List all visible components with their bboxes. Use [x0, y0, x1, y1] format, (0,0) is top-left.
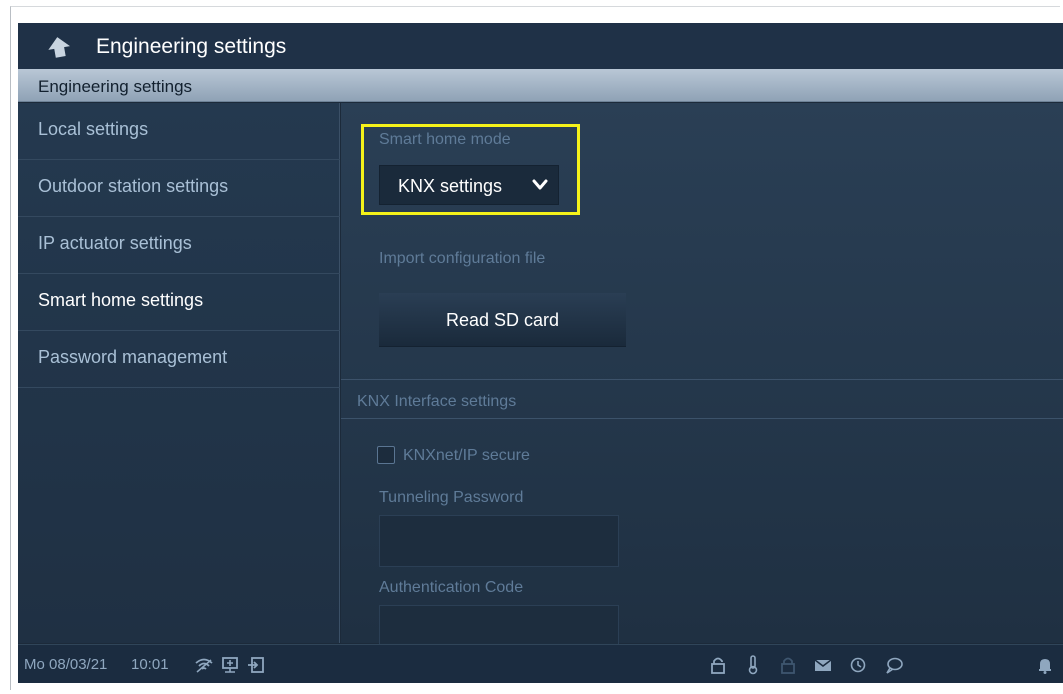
- sidebar-item-password-management[interactable]: Password management: [18, 331, 340, 388]
- smart-home-mode-label: Smart home mode: [379, 131, 511, 148]
- sidebar-item-smart-home-settings[interactable]: Smart home settings: [18, 274, 340, 331]
- knx-interface-header: KNX Interface settings: [357, 393, 517, 410]
- sidebar-item-local-settings[interactable]: Local settings: [18, 103, 340, 160]
- history-icon[interactable]: [848, 655, 868, 675]
- lock-disabled-icon[interactable]: [778, 655, 798, 675]
- tunneling-password-field[interactable]: [379, 515, 619, 567]
- smart-home-mode-dropdown[interactable]: KNX settings: [379, 165, 559, 205]
- status-time: 10:01: [131, 656, 169, 673]
- page-title: Engineering settings: [96, 35, 287, 58]
- import-config-label: Import configuration file: [379, 250, 546, 267]
- section-header: Engineering settings: [18, 69, 1063, 102]
- mail-icon[interactable]: [813, 655, 833, 675]
- back-arrow-icon: [48, 37, 71, 58]
- bell-icon[interactable]: [1035, 655, 1055, 675]
- knxnet-secure-checkbox[interactable]: [377, 446, 395, 464]
- sidebar-item-label: Outdoor station settings: [38, 176, 229, 196]
- sidebar-item-label: Smart home settings: [38, 290, 204, 310]
- status-bar: Mo 08/03/21 10:01: [18, 644, 1063, 683]
- main-content: Smart home mode KNX settings Import conf…: [341, 103, 1063, 657]
- knxnet-secure-label: KNXnet/IP secure: [403, 447, 530, 464]
- sidebar-item-label: Password management: [38, 347, 228, 367]
- chat-icon[interactable]: [884, 655, 904, 675]
- title-bar: Engineering settings: [18, 23, 1063, 69]
- exit-icon[interactable]: [246, 655, 266, 675]
- sidebar-item-outdoor-station-settings[interactable]: Outdoor station settings: [18, 160, 340, 217]
- sidebar-item-label: IP actuator settings: [38, 233, 192, 253]
- divider: [341, 379, 1063, 380]
- tunneling-password-label: Tunneling Password: [379, 489, 524, 506]
- sidebar-item-ip-actuator-settings[interactable]: IP actuator settings: [18, 217, 340, 274]
- authentication-code-label: Authentication Code: [379, 579, 524, 596]
- chevron-down-icon: [532, 179, 548, 190]
- sidebar-item-label: Local settings: [38, 119, 149, 139]
- dropdown-value: KNX settings: [398, 176, 503, 196]
- sidebar: Local settings Outdoor station settings …: [18, 103, 340, 643]
- network-icon[interactable]: [220, 655, 240, 675]
- lock-icon[interactable]: [708, 655, 728, 675]
- thermometer-icon[interactable]: [743, 655, 763, 675]
- section-title: Engineering settings: [38, 77, 193, 96]
- back-button[interactable]: [46, 36, 72, 58]
- panel-screen: Engineering settings Engineering setting…: [18, 23, 1063, 683]
- divider: [341, 418, 1063, 419]
- wifi-icon[interactable]: [194, 655, 214, 675]
- status-date: Mo 08/03/21: [24, 656, 108, 673]
- read-sd-card-button[interactable]: Read SD card: [379, 293, 626, 347]
